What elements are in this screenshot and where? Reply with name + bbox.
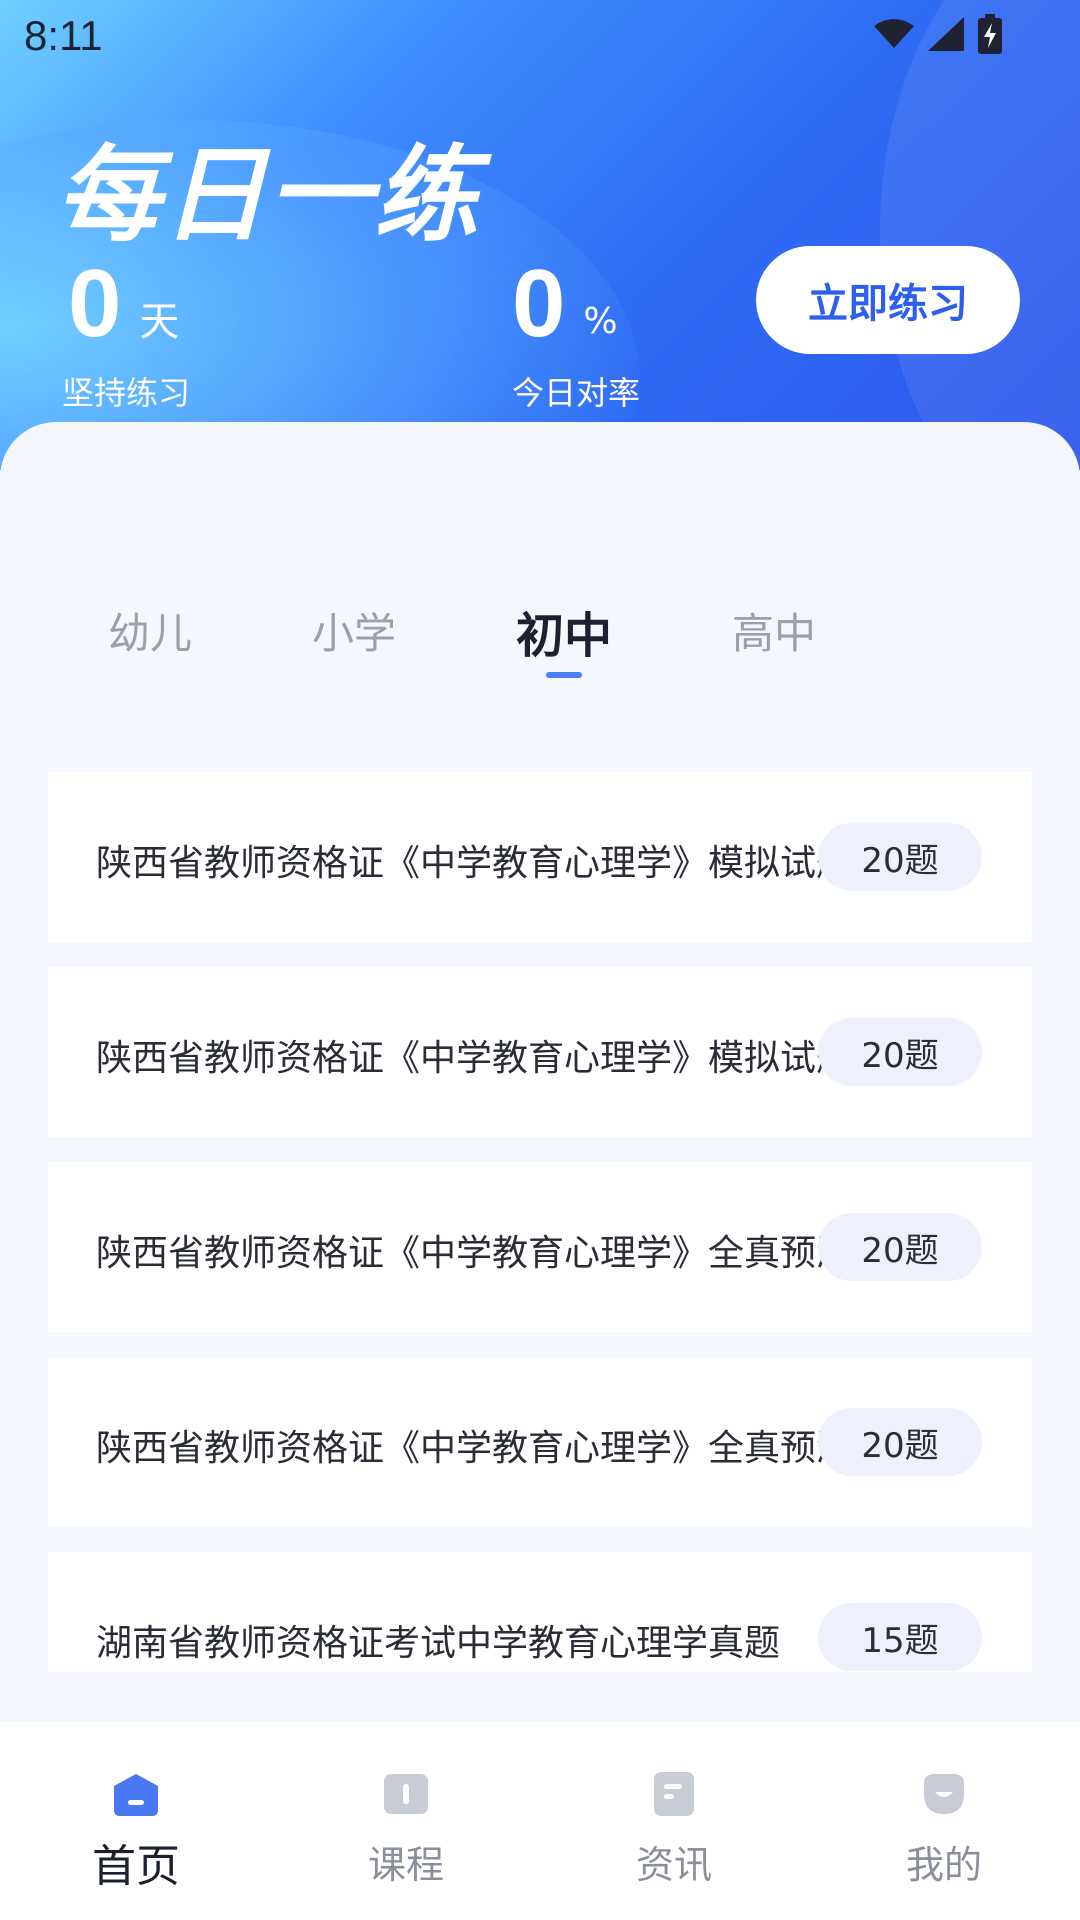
tab-junior-high[interactable]: 初中 (516, 596, 612, 666)
nav-profile-label: 我的 (905, 1843, 982, 1887)
nav-home[interactable]: 首页 (36, 1722, 236, 1920)
question-count-badge: 20题 (818, 823, 982, 891)
tab-active-indicator (546, 672, 582, 678)
home-icon (112, 1770, 160, 1818)
battery-icon (978, 14, 1002, 54)
list-item-title: 湖南省教师资格证考试中学教育心理学真题 (96, 1623, 781, 1664)
accuracy-stat: 0% (512, 256, 618, 352)
signal-icon (928, 17, 964, 51)
list-item-title: 陕西省教师资格证《中学教育心理学》全真预测 (96, 1233, 826, 1274)
wifi-icon (874, 18, 914, 50)
book-icon (382, 1770, 430, 1818)
practice-days-label: 坚持练习 (62, 374, 191, 412)
accuracy-label: 今日对率 (512, 374, 641, 412)
list-item[interactable]: 陕西省教师资格证《中学教育心理学》模拟试题 20题 (48, 967, 1032, 1137)
question-count-badge: 20题 (818, 1018, 982, 1086)
status-icons (874, 14, 1002, 54)
bottom-nav: 首页 课程 资讯 我的 (0, 1722, 1080, 1920)
list-item-title: 陕西省教师资格证《中学教育心理学》模拟试题 (96, 843, 826, 884)
tab-preschool[interactable]: 幼儿 (108, 600, 192, 661)
nav-news[interactable]: 资讯 (574, 1722, 774, 1920)
accuracy-unit: % (583, 301, 618, 342)
practice-days-unit: 天 (139, 299, 180, 345)
tab-primary[interactable]: 小学 (312, 600, 396, 661)
nav-home-label: 首页 (92, 1841, 180, 1892)
practice-list: 陕西省教师资格证《中学教育心理学》模拟试题 20题 陕西省教师资格证《中学教育心… (48, 772, 1032, 1672)
page-title: 每日一练 (56, 134, 481, 256)
list-item[interactable]: 陕西省教师资格证《中学教育心理学》全真预测 20题 (48, 1357, 1032, 1527)
practice-now-button[interactable]: 立即练习 (756, 246, 1020, 354)
list-item-title: 陕西省教师资格证《中学教育心理学》模拟试题 (96, 1038, 826, 1079)
level-tabs: 幼儿 小学 初中 高中 (0, 600, 1080, 700)
list-item[interactable]: 陕西省教师资格证《中学教育心理学》模拟试题 20题 (48, 772, 1032, 942)
status-time: 8:11 (24, 12, 103, 59)
profile-icon (920, 1770, 968, 1818)
list-item[interactable]: 湖南省教师资格证考试中学教育心理学真题 15题 (48, 1552, 1032, 1672)
practice-days-value: 0 (68, 250, 122, 357)
nav-profile[interactable]: 我的 (844, 1722, 1044, 1920)
news-icon (650, 1770, 698, 1818)
app-screen: 8:11 每日一练 0天 坚持练习 0 % 今日对率 立即练习 幼儿 小学 初中… (0, 0, 1080, 1920)
question-count-badge: 20题 (818, 1408, 982, 1476)
tab-senior-high[interactable]: 高中 (732, 600, 816, 661)
header-banner: 8:11 每日一练 0天 坚持练习 0 % 今日对率 立即练习 (0, 0, 1080, 470)
nav-news-label: 资讯 (635, 1843, 712, 1887)
question-count-badge: 20题 (818, 1213, 982, 1281)
question-count-badge: 15题 (818, 1603, 982, 1671)
practice-days-stat: 0天 (68, 256, 179, 352)
nav-course-label: 课程 (367, 1843, 444, 1887)
nav-course[interactable]: 课程 (306, 1722, 506, 1920)
list-item[interactable]: 陕西省教师资格证《中学教育心理学》全真预测 20题 (48, 1162, 1032, 1332)
accuracy-value: 0 (512, 250, 566, 357)
list-item-title: 陕西省教师资格证《中学教育心理学》全真预测 (96, 1428, 826, 1469)
status-bar: 8:11 (0, 0, 1080, 76)
